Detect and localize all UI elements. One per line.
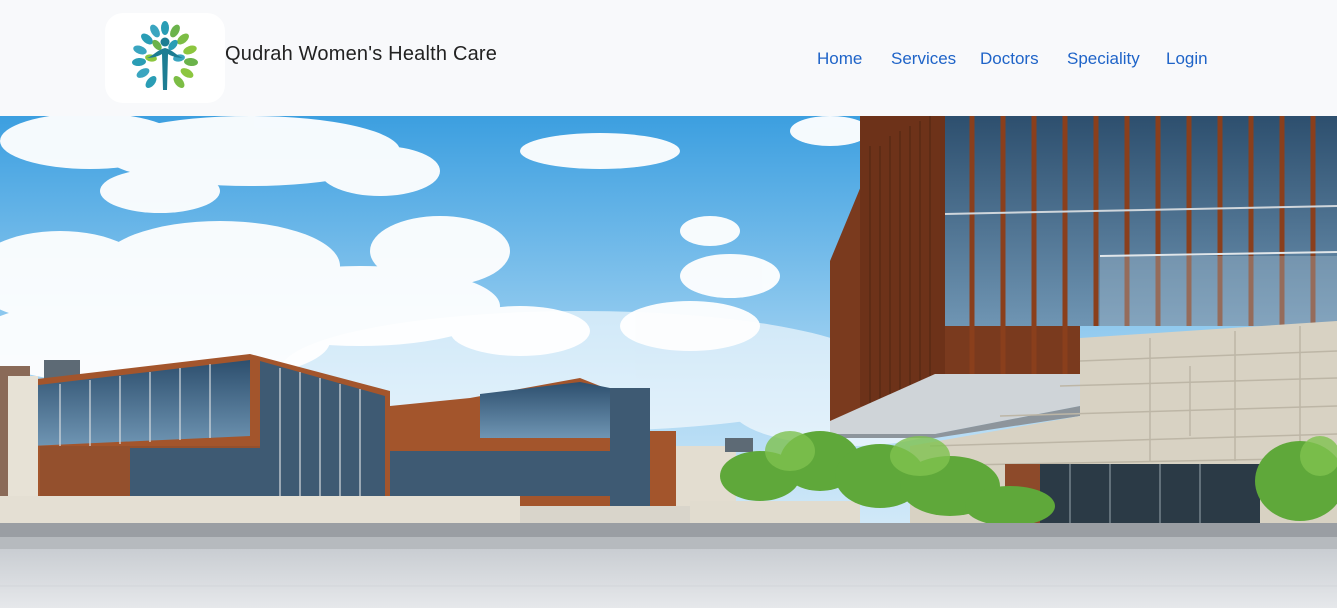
nav-link-doctors[interactable]: Doctors xyxy=(980,49,1039,69)
hero-illustration xyxy=(0,116,1337,608)
hero-image xyxy=(0,116,1337,608)
nav-link-services[interactable]: Services xyxy=(891,49,956,69)
nav-link-login[interactable]: Login xyxy=(1166,49,1208,69)
nav-link-home[interactable]: Home xyxy=(817,49,862,69)
navbar: Qudrah Women's Health Care Home Services… xyxy=(0,0,1337,116)
main-nav: Home Services Doctors Speciality Login xyxy=(0,49,1337,71)
nav-link-speciality[interactable]: Speciality xyxy=(1067,49,1140,69)
